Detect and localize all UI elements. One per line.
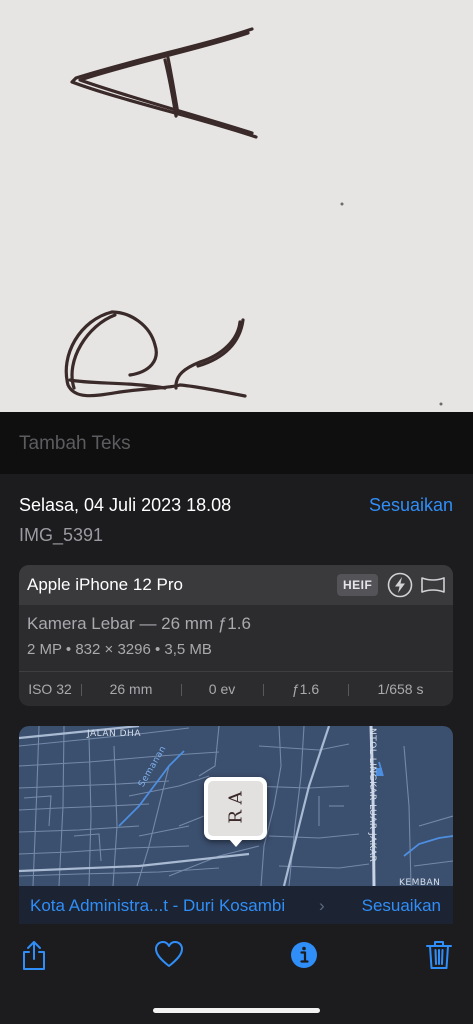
caption-field[interactable]: Tambah Teks xyxy=(0,412,473,474)
exif-focal-length: 26 mm xyxy=(81,681,181,697)
info-panel: Selasa, 04 Juli 2023 18.08 Sesuaikan IMG… xyxy=(0,474,473,924)
info-icon[interactable] xyxy=(289,939,319,971)
photo-view[interactable] xyxy=(0,0,473,412)
adjust-date-button[interactable]: Sesuaikan xyxy=(369,495,453,516)
adjust-location-button[interactable]: Sesuaikan xyxy=(362,896,441,916)
photo-date: Selasa, 04 Juli 2023 18.08 xyxy=(19,495,232,515)
exif-aperture: ƒ1.6 xyxy=(263,681,348,697)
home-indicator[interactable] xyxy=(153,1008,320,1013)
camera-info-card: Apple iPhone 12 Pro HEIF Kamera Lebar — … xyxy=(19,565,453,706)
format-badge: HEIF xyxy=(337,574,379,596)
exif-shutter-speed: 1/658 s xyxy=(348,681,453,697)
camera-info-header: Apple iPhone 12 Pro HEIF xyxy=(19,565,453,605)
thumbnail-text: R A xyxy=(225,791,247,824)
chevron-right-icon: › xyxy=(319,896,325,915)
location-name[interactable]: Kota Administra...t - Duri Kosambi xyxy=(30,896,285,916)
photo-filename: IMG_5391 xyxy=(19,525,104,545)
location-map[interactable]: JALAN DHA Semanan NTOL LINGKAR LUAR JAKA… xyxy=(19,726,453,924)
device-name: Apple iPhone 12 Pro xyxy=(27,575,183,594)
handwritten-letters-image xyxy=(64,27,443,406)
exif-exposure-value: 0 ev xyxy=(181,681,263,697)
location-bar: Kota Administra...t - Duri Kosambi › Ses… xyxy=(19,886,453,924)
map-street-label: NTOL LINGKAR LUAR JAKAR xyxy=(367,728,377,863)
trash-icon[interactable] xyxy=(424,939,454,971)
panorama-icon xyxy=(421,577,445,593)
favorite-heart-icon[interactable] xyxy=(154,939,184,971)
location-photo-thumbnail[interactable]: R A xyxy=(204,777,267,840)
caption-placeholder: Tambah Teks xyxy=(19,433,131,454)
share-icon[interactable] xyxy=(19,939,49,971)
lens-info: Kamera Lebar — 26 mm ƒ1.6 xyxy=(27,614,251,633)
thumbnail-pointer xyxy=(228,838,244,847)
flash-icon xyxy=(387,572,413,598)
exif-iso: ISO 32 xyxy=(28,681,72,697)
map-street-label: JALAN DHA xyxy=(87,729,141,739)
image-specs: 2 MP • 832 × 3296 • 3,5 MB xyxy=(27,641,212,658)
exif-row: ISO 32 26 mm 0 ev ƒ1.6 1/658 s xyxy=(19,672,453,706)
